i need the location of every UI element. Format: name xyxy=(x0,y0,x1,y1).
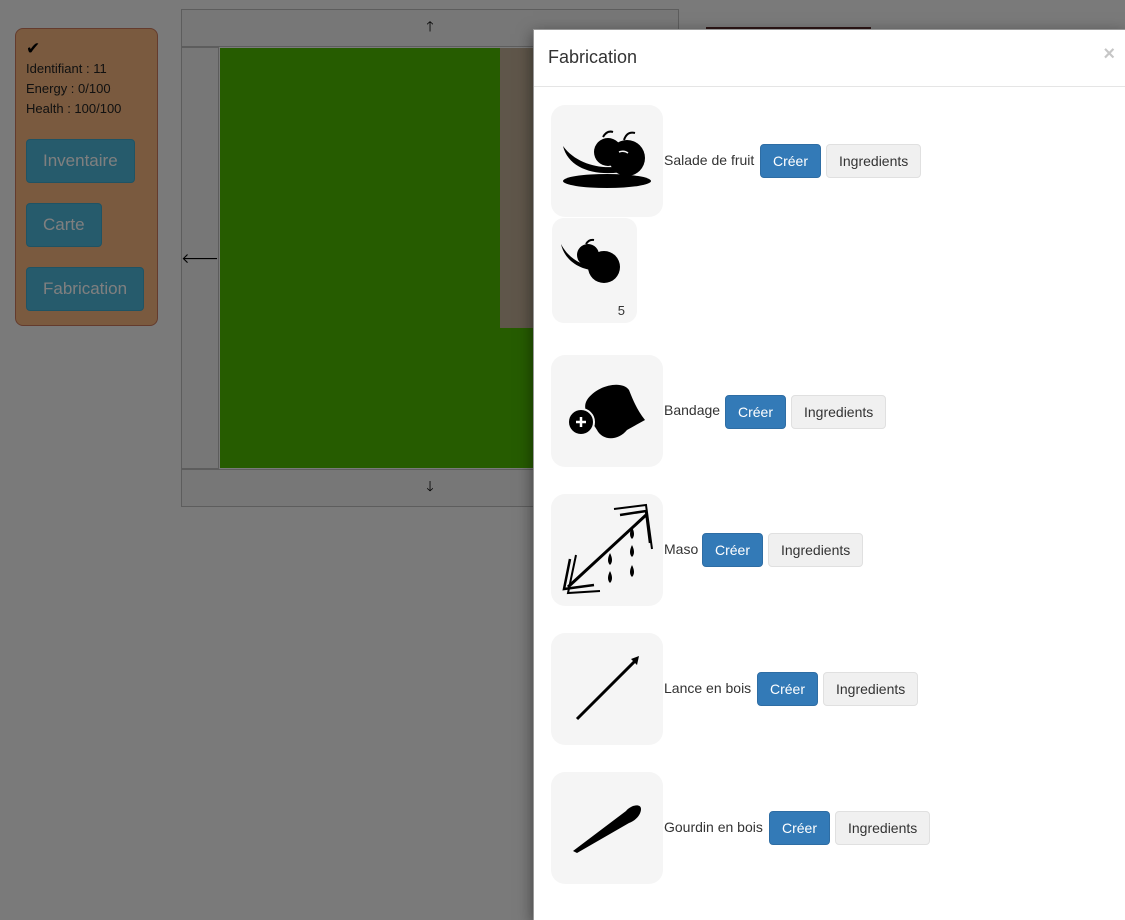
create-button[interactable]: Créer xyxy=(757,672,819,706)
ingredients-button[interactable]: Ingredients xyxy=(768,533,864,567)
fruit-icon xyxy=(561,238,620,283)
ingredient-slot: 5 xyxy=(552,218,637,323)
wooden-club-icon xyxy=(551,772,663,884)
create-button[interactable]: Créer xyxy=(725,395,787,429)
ingredients-button[interactable]: Ingredients xyxy=(823,672,919,706)
recipe-name: Salade de fruit xyxy=(664,152,755,168)
ingredients-button[interactable]: Ingredients xyxy=(826,144,922,178)
ingredient-count: 5 xyxy=(617,303,625,318)
create-button[interactable]: Créer xyxy=(760,144,822,178)
recipe-name: Maso xyxy=(664,541,699,557)
recipe-name: Bandage xyxy=(664,402,721,418)
ingredients-button[interactable]: Ingredients xyxy=(835,811,931,845)
create-button[interactable]: Créer xyxy=(702,533,764,567)
modal-header: Fabrication × xyxy=(534,30,1125,87)
ingredients-button[interactable]: Ingredients xyxy=(791,395,887,429)
fruit-salad-icon xyxy=(551,105,663,217)
maso-icon xyxy=(551,494,663,606)
create-button[interactable]: Créer xyxy=(769,811,831,845)
recipe-name: Gourdin en bois xyxy=(664,819,763,835)
recipe-name: Lance en bois xyxy=(664,680,752,696)
modal-title: Fabrication xyxy=(548,47,638,67)
bandage-icon xyxy=(551,355,663,467)
wooden-spear-icon xyxy=(551,633,663,745)
close-icon[interactable]: × xyxy=(1103,43,1115,66)
crafting-modal: Fabrication × Salade de fruit Créer Ingr… xyxy=(533,29,1125,920)
